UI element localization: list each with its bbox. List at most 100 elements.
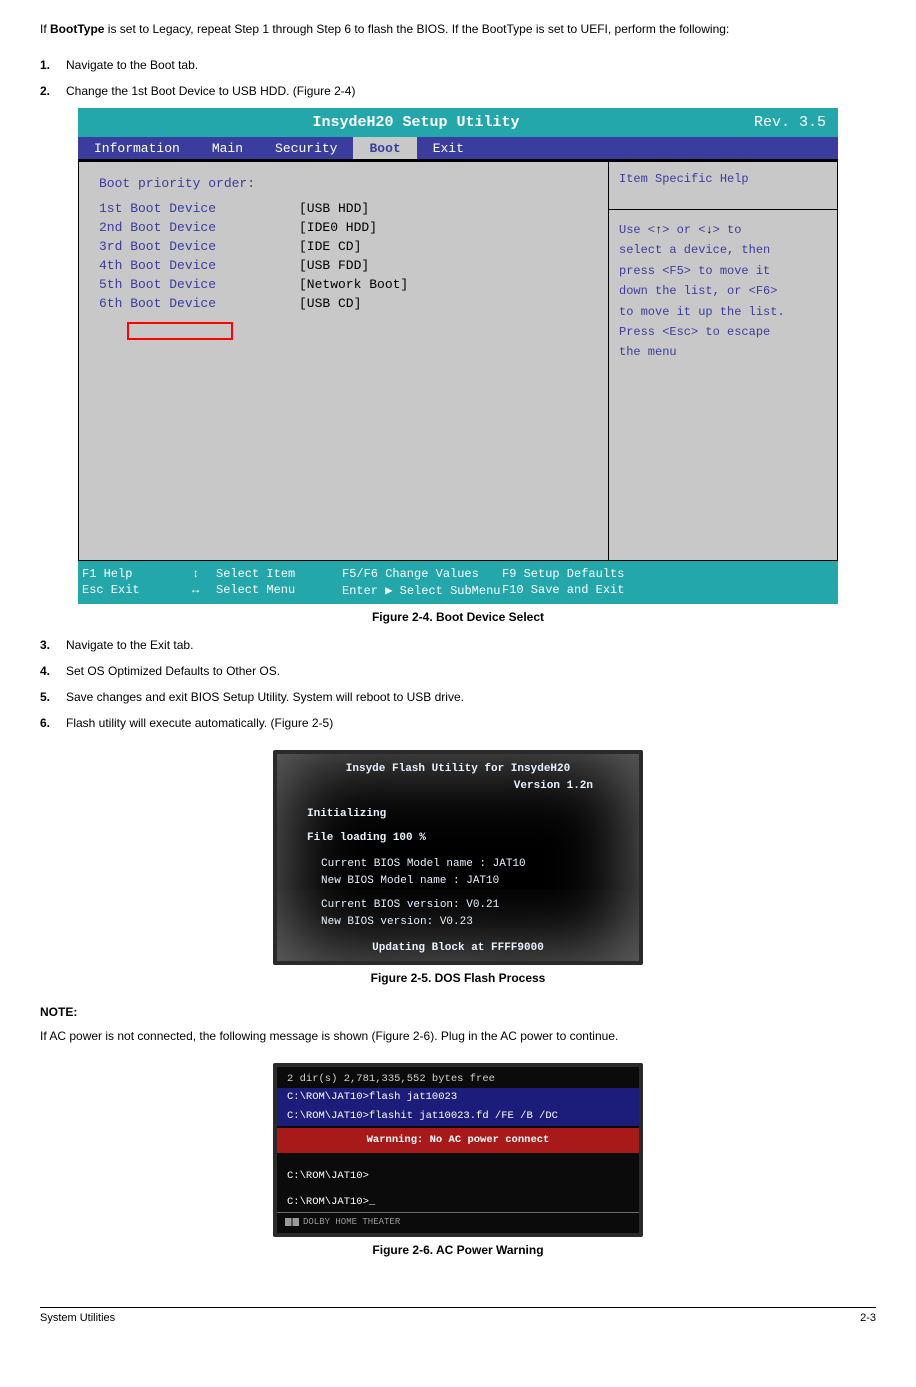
intro-after: is set to Legacy, repeat Step 1 through … xyxy=(104,22,729,36)
note-body: If AC power is not connected, the follow… xyxy=(40,1027,876,1045)
bios-help-title: Item Specific Help xyxy=(609,162,837,210)
field-value: [USB FDD] xyxy=(299,258,369,273)
hint-f9: F9 Setup Defaults xyxy=(502,567,682,581)
triangle-right-icon: ▶ xyxy=(385,584,392,598)
help-line: Use <> or <> to xyxy=(619,220,827,240)
flash-caption: Figure 2-5. DOS Flash Process xyxy=(40,971,876,985)
help-line: press <F5> to move it xyxy=(619,261,827,281)
bios-footer-hints: F1 Help ↕Select Item F5/F6 Change Values… xyxy=(78,561,838,604)
help-line: to move it up the list. xyxy=(619,302,827,322)
bios-rev: Rev. 3.5 xyxy=(754,114,838,131)
bios-setup-screenshot: InsydeH20 Setup Utility Rev. 3.5 Informa… xyxy=(78,108,838,604)
step-b4: 4.Set OS Optimized Defaults to Other OS. xyxy=(40,662,876,680)
dolby-icon xyxy=(285,1218,299,1226)
tab-information[interactable]: Information xyxy=(78,137,196,159)
dolby-text: DOLBY HOME THEATER xyxy=(303,1215,400,1229)
hint-f10: F10 Save and Exit xyxy=(502,583,682,598)
arrow-up-icon xyxy=(655,223,662,237)
help-line: Press <Esc> to escape xyxy=(619,322,827,342)
flash-title: Insyde Flash Utility for InsydeH20 xyxy=(283,762,633,778)
flash-version: Version 1.2n xyxy=(283,779,633,795)
bios-title: InsydeH20 Setup Utility xyxy=(312,114,519,131)
step-a2: 2.Change the 1st Boot Device to USB HDD.… xyxy=(40,82,876,100)
step-text: Save changes and exit BIOS Setup Utility… xyxy=(66,690,464,704)
ac-warn: Warnning: No AC power connect xyxy=(277,1128,639,1153)
boot-dev-6[interactable]: 6th Boot Device [USB CD] xyxy=(99,296,588,311)
intro-bold: BootType xyxy=(50,22,104,36)
ac-dolby: DOLBY HOME THEATER xyxy=(277,1212,639,1232)
hint-enter: Enter ▶ Select SubMenu xyxy=(342,583,502,598)
hint-f5f6: F5/F6 Change Values xyxy=(342,567,502,581)
flash-cur-ver: Current BIOS version: V0.21 xyxy=(283,898,633,914)
tab-boot[interactable]: Boot xyxy=(353,137,416,159)
intro-before: If xyxy=(40,22,50,36)
step-text: Set OS Optimized Defaults to Other OS. xyxy=(66,664,280,678)
field-value: [USB HDD] xyxy=(299,201,369,216)
field-label: 5th Boot Device xyxy=(99,277,299,292)
tab-main[interactable]: Main xyxy=(196,137,259,159)
field-label: Boot priority order: xyxy=(99,176,299,191)
help-line: select a device, then xyxy=(619,240,827,260)
bios-help-body: Use <> or <> to select a device, then pr… xyxy=(609,210,837,560)
boot-dev-3[interactable]: 3rd Boot Device [IDE CD] xyxy=(99,239,588,254)
boot-priority-heading: Boot priority order: xyxy=(99,176,588,191)
bios-tabs: Information Main Security Boot Exit xyxy=(78,137,838,159)
hint-select-item: ↕Select Item xyxy=(192,567,342,581)
flash-utility-photo: Insyde Flash Utility for InsydeH20 Versi… xyxy=(273,750,643,965)
tab-exit[interactable]: Exit xyxy=(417,137,480,159)
step-b5: 5.Save changes and exit BIOS Setup Utili… xyxy=(40,688,876,706)
field-value: [IDE CD] xyxy=(299,239,361,254)
field-label: 1st Boot Device xyxy=(99,201,299,216)
field-value: [IDE0 HDD] xyxy=(299,220,377,235)
arrow-down-icon xyxy=(705,223,712,237)
flash-new-ver: New BIOS version: V0.23 xyxy=(283,915,633,931)
hint-f1: F1 Help xyxy=(82,567,192,581)
field-label: 6th Boot Device xyxy=(99,296,299,311)
step-num: 1. xyxy=(40,56,66,74)
flash-load: File loading 100 % xyxy=(283,831,633,847)
bios-caption: Figure 2-4. Boot Device Select xyxy=(40,610,876,624)
bios-title-bar: InsydeH20 Setup Utility Rev. 3.5 xyxy=(78,108,838,137)
red-highlight-box xyxy=(127,322,233,340)
help-line: the menu xyxy=(619,342,827,362)
boot-dev-2[interactable]: 2nd Boot Device [IDE0 HDD] xyxy=(99,220,588,235)
ac-top: 2 dir(s) 2,781,335,552 bytes free xyxy=(277,1071,639,1088)
flash-init: Initializing xyxy=(283,807,633,823)
page: If BootType is set to Legacy, repeat Ste… xyxy=(0,20,916,1324)
hint-esc: Esc Exit xyxy=(82,583,192,598)
flash-updating: Updating Block at FFFF9000 xyxy=(283,941,633,957)
bios-right-pane: Item Specific Help Use <> or <> to selec… xyxy=(608,161,838,561)
note-heading: NOTE: xyxy=(40,1003,876,1021)
ac-prompt-1: C:\ROM\JAT10>flash jat10023 xyxy=(277,1088,639,1107)
step-num: 4. xyxy=(40,662,66,680)
tab-security[interactable]: Security xyxy=(259,137,353,159)
boot-dev-5[interactable]: 5th Boot Device [Network Boot] xyxy=(99,277,588,292)
page-footer: System Utilities 2-3 xyxy=(40,1307,876,1324)
bios-body: Boot priority order: 1st Boot Device [US… xyxy=(78,159,838,561)
step-text: Navigate to the Boot tab. xyxy=(66,58,198,72)
footer-left: System Utilities xyxy=(40,1312,115,1324)
step-b3: 3.Navigate to the Exit tab. xyxy=(40,636,876,654)
flash-cur-model: Current BIOS Model name : JAT10 xyxy=(283,857,633,873)
flash-new-model: New BIOS Model name : JAT10 xyxy=(283,874,633,890)
ac-prompt-2: C:\ROM\JAT10>flashit jat10023.fd /FE /B … xyxy=(277,1107,639,1126)
field-label: 4th Boot Device xyxy=(99,258,299,273)
step-text: Change the 1st Boot Device to USB HDD. (… xyxy=(66,84,355,98)
bios-left-pane: Boot priority order: 1st Boot Device [US… xyxy=(78,161,608,561)
ac-prompt-4: C:\ROM\JAT10>_ xyxy=(277,1193,639,1212)
ac-prompt-3: C:\ROM\JAT10> xyxy=(277,1167,639,1186)
boot-dev-4[interactable]: 4th Boot Device [USB FDD] xyxy=(99,258,588,273)
step-num: 3. xyxy=(40,636,66,654)
ac-warning-photo: 2 dir(s) 2,781,335,552 bytes free C:\ROM… xyxy=(273,1063,643,1236)
intro-text: If BootType is set to Legacy, repeat Ste… xyxy=(40,20,876,38)
field-value: [USB CD] xyxy=(299,296,361,311)
hint-select-menu: ↔Select Menu xyxy=(192,583,342,598)
field-label: 2nd Boot Device xyxy=(99,220,299,235)
step-a1: 1.Navigate to the Boot tab. xyxy=(40,56,876,74)
step-num: 5. xyxy=(40,688,66,706)
ac-caption: Figure 2-6. AC Power Warning xyxy=(40,1243,876,1257)
boot-dev-1[interactable]: 1st Boot Device [USB HDD] xyxy=(99,201,588,216)
leftright-icon: ↔ xyxy=(192,583,216,597)
help-line: down the list, or <F6> xyxy=(619,281,827,301)
step-b6: 6.Flash utility will execute automatical… xyxy=(40,714,876,732)
